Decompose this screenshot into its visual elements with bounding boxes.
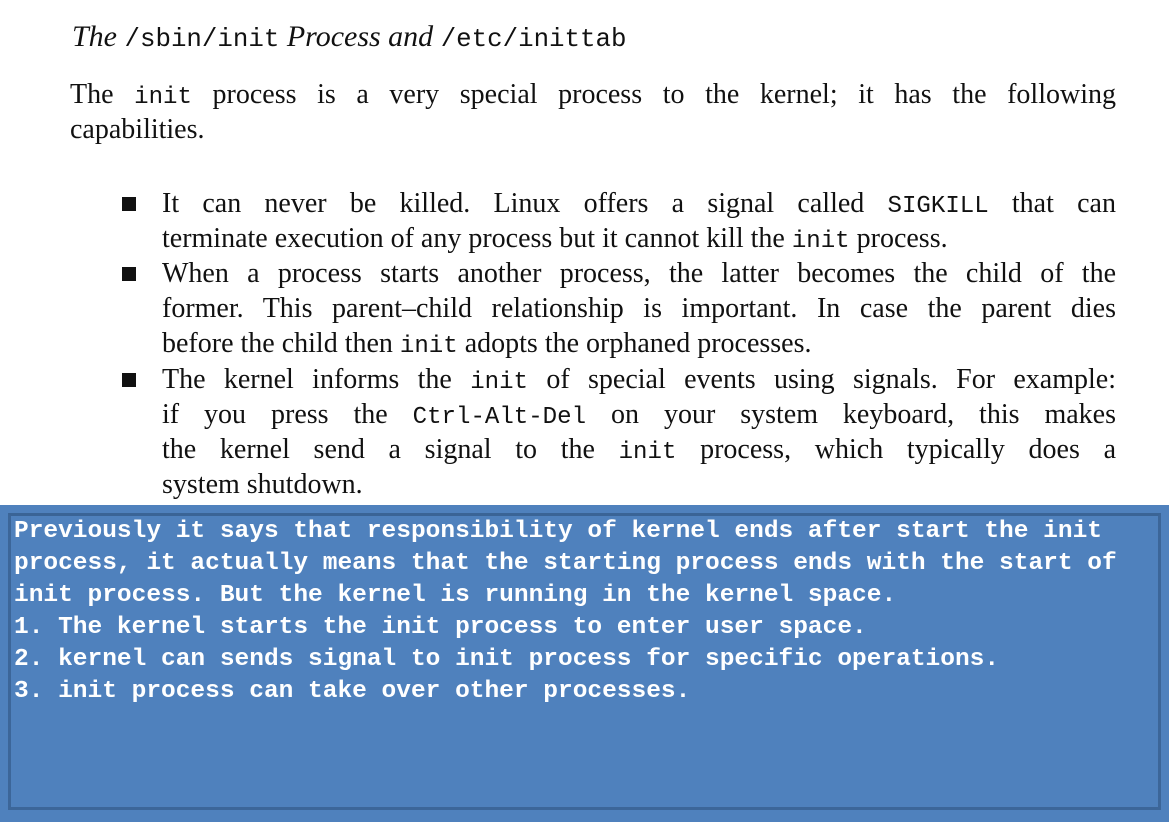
inline-code: init	[618, 438, 677, 466]
note-line: process, it actually means that the star…	[14, 550, 1117, 577]
inline-code: init	[470, 368, 528, 396]
text-run: Process and	[279, 20, 441, 53]
text-run: of special events using signals. For exa…	[528, 363, 1116, 395]
bullet-square-icon	[122, 372, 136, 387]
bullet-square-icon	[122, 197, 136, 211]
text-line: The kernel informs the init of special e…	[162, 362, 1116, 397]
text-run: on your system keyboard, this makes	[586, 398, 1116, 430]
inline-code: init	[399, 333, 458, 361]
text-line: system shutdown.	[162, 467, 363, 502]
text-run: capabilities.	[70, 114, 205, 145]
note-line: 3. init process can take over other proc…	[14, 678, 691, 705]
text-line: former. This parent–child relationship i…	[162, 291, 1116, 326]
inline-code: init	[134, 84, 192, 111]
text-line: if you press the Ctrl-Alt-Del on your sy…	[162, 397, 1116, 432]
text-line: terminate execution of any process but i…	[162, 221, 948, 256]
text-run: before the child then	[162, 328, 400, 360]
text-run: The kernel informs the	[162, 363, 471, 395]
text-run: process, which typically does a	[676, 433, 1116, 465]
inline-code: /sbin/init	[124, 25, 280, 54]
text-run: former. This parent–child relationship i…	[162, 293, 1116, 325]
bullet-square-icon	[122, 267, 136, 282]
text-run: terminate execution of any process but i…	[162, 223, 792, 255]
text-run: process is a very special process to the…	[191, 79, 1116, 110]
text-run: adopts the orphaned processes.	[457, 328, 812, 360]
text-line: the kernel send a signal to the init pro…	[162, 432, 1116, 467]
text-run: The	[70, 79, 135, 110]
text-run: It can never be killed. Linux offers a s…	[162, 188, 888, 219]
inline-code: init	[791, 228, 850, 256]
section-heading: The /sbin/init Process and /etc/inittab	[72, 20, 626, 54]
inline-code: Ctrl-Alt-Del	[412, 403, 587, 431]
inline-code: /etc/inittab	[440, 25, 627, 54]
note-line: 1. The kernel starts the init process to…	[14, 614, 867, 641]
text-run: The	[72, 20, 125, 53]
text-line: The init process is a very special proce…	[70, 77, 1116, 112]
note-line: init process. But the kernel is running …	[14, 582, 897, 609]
inline-code: SIGKILL	[887, 193, 989, 220]
text-line: It can never be killed. Linux offers a s…	[162, 186, 1116, 221]
text-run: that can	[988, 188, 1116, 219]
text-run: When a process starts another process, t…	[162, 258, 1116, 290]
text-line: before the child then init adopts the or…	[162, 326, 812, 361]
text-line: capabilities.	[70, 112, 205, 147]
text-line: When a process starts another process, t…	[162, 256, 1116, 291]
note-line: 2. kernel can sends signal to init proce…	[14, 646, 1000, 673]
text-run: process.	[849, 223, 948, 255]
text-run: the kernel send a signal to the	[162, 433, 619, 465]
annotation-text: Previously it says that responsibility o…	[14, 516, 1117, 708]
text-run: system shutdown.	[162, 468, 363, 500]
text-run: if you press the	[162, 398, 413, 430]
note-line: Previously it says that responsibility o…	[14, 518, 1102, 545]
